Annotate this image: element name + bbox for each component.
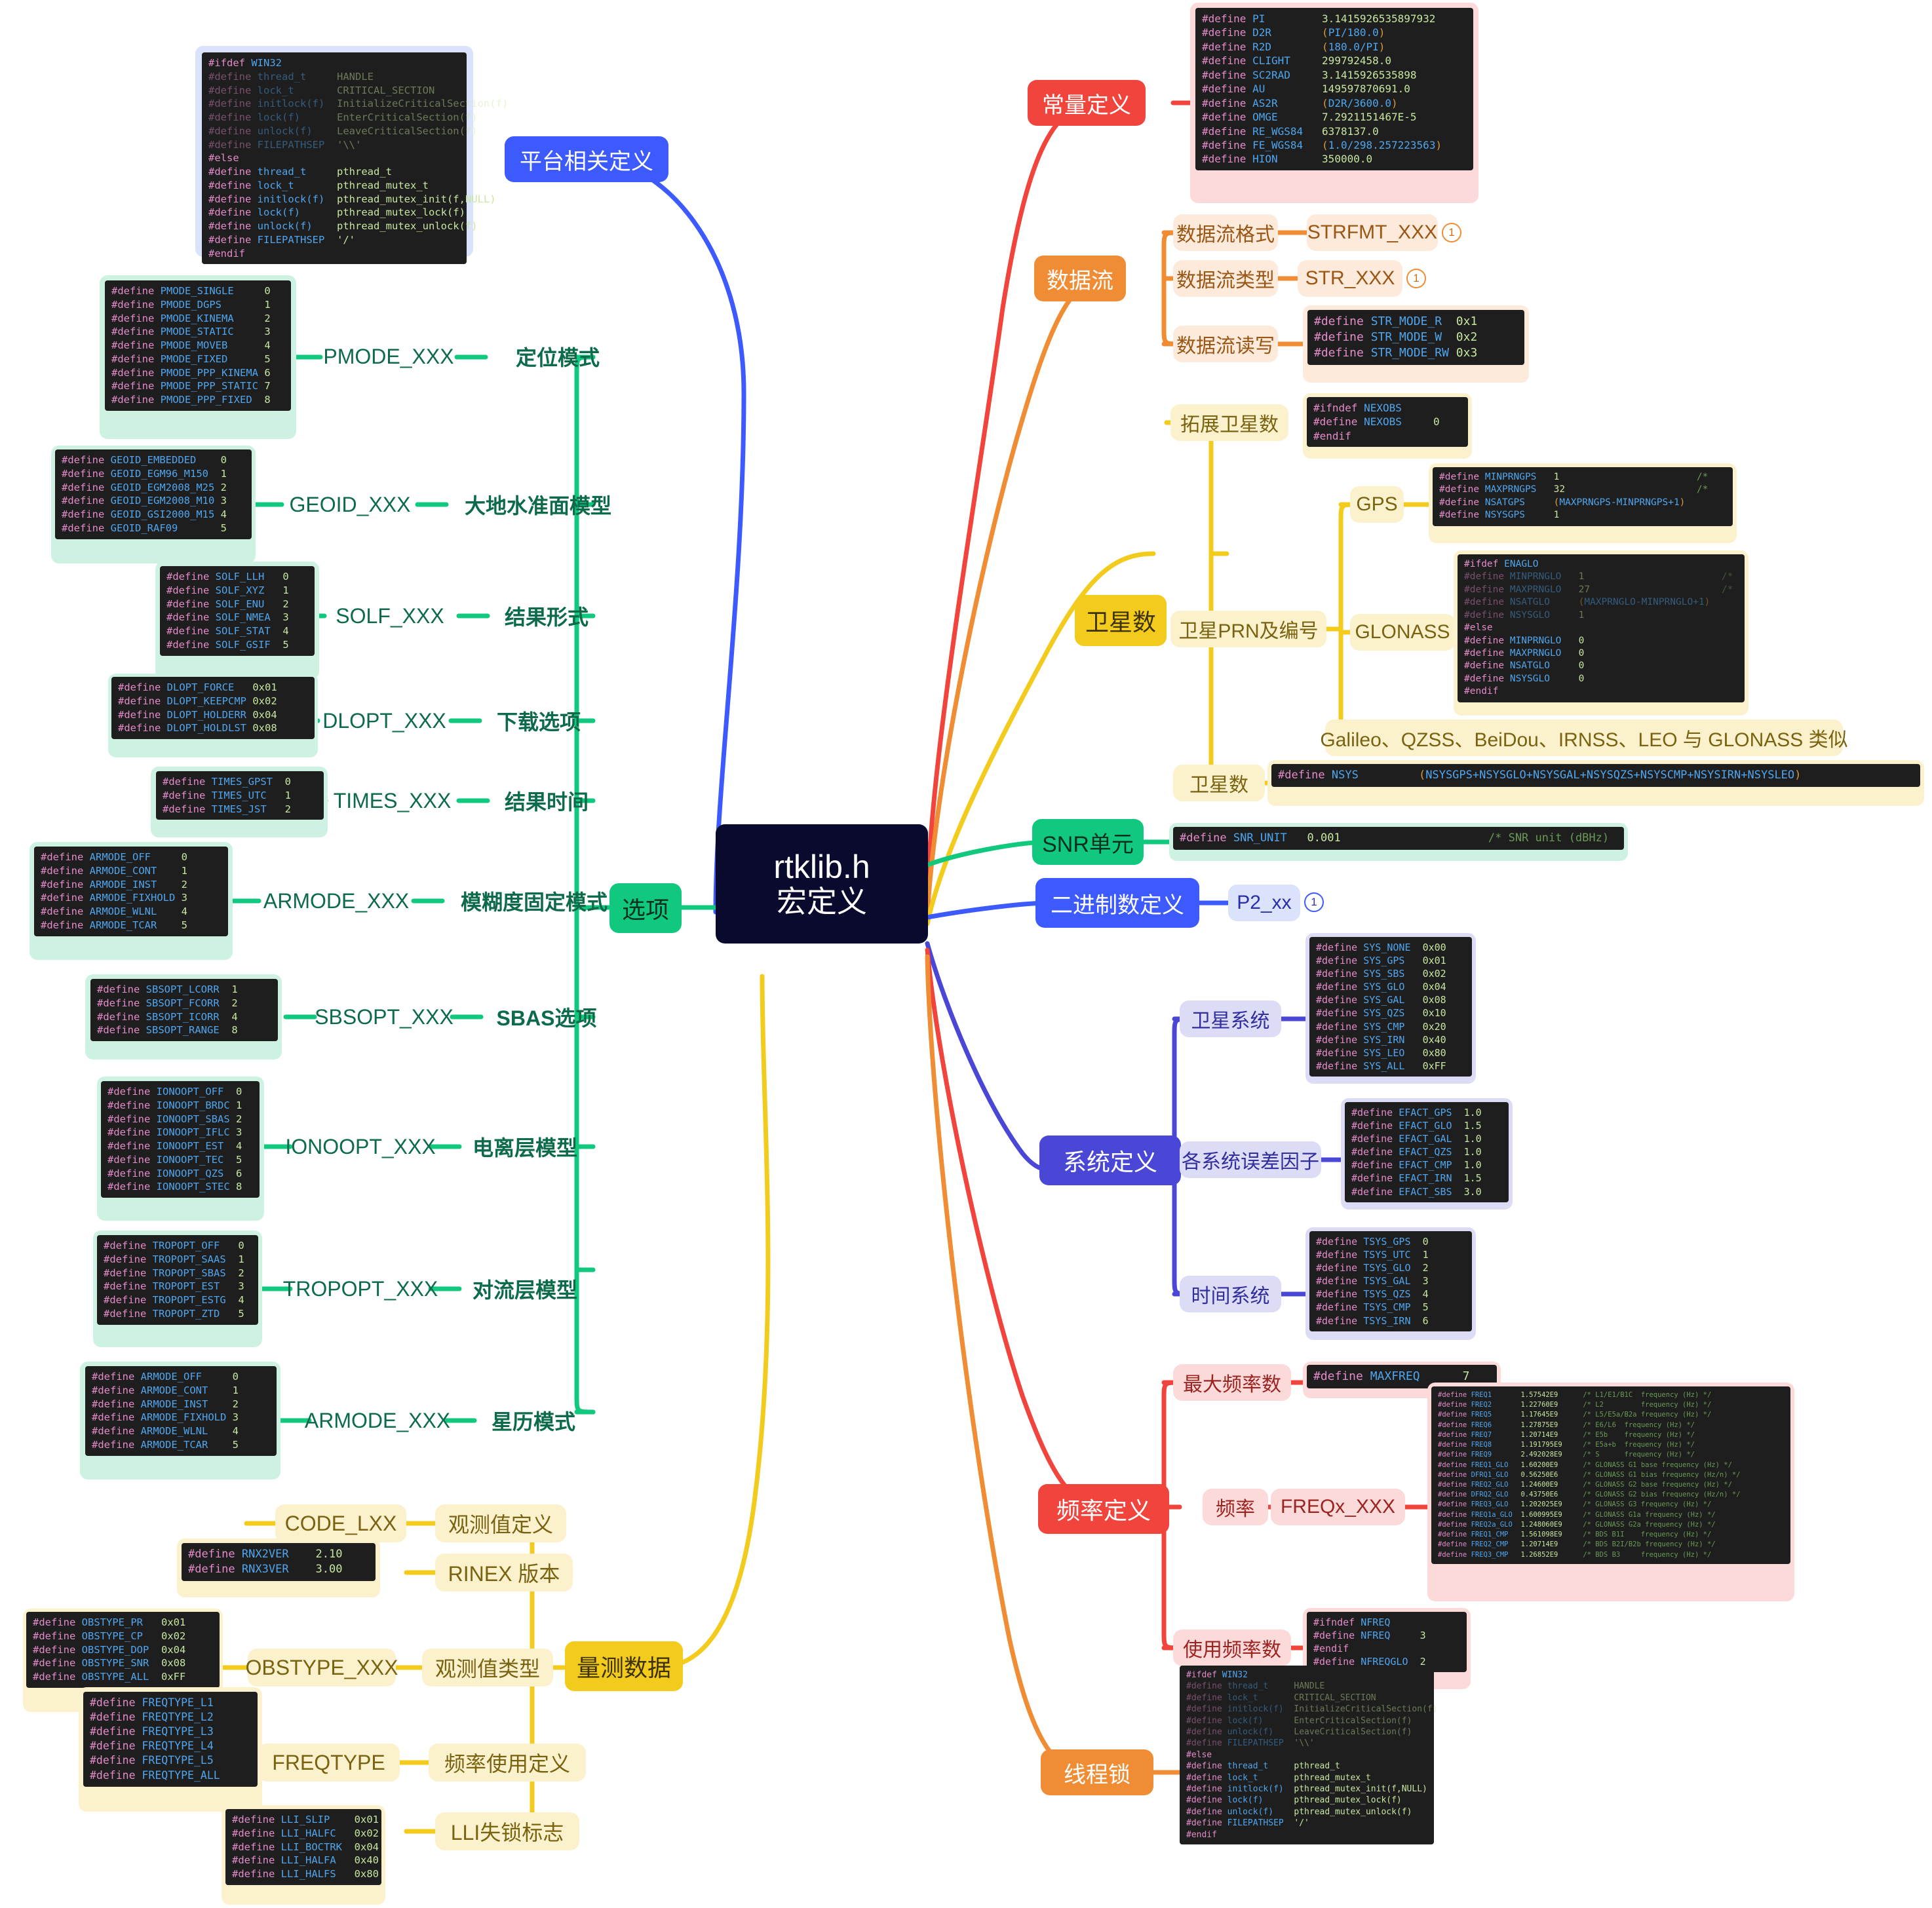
nsys-code-block: #define NSYS (NSYSGPS+NSYSGLO+NSYSGAL+NS… — [1271, 764, 1920, 787]
category-label-stream-format: 数据流格式 — [1173, 214, 1278, 251]
category-label-tropopt: 对流层模型 — [472, 1278, 577, 1302]
macro-label-times: TIMES_XXX — [333, 788, 452, 812]
root-title-line2: 宏定义 — [777, 885, 867, 919]
category-label-sat-system: 卫星系统 — [1180, 1001, 1281, 1037]
branch-system[interactable]: 系统定义 — [1039, 1135, 1181, 1185]
branch-snr[interactable]: SNR单元 — [1032, 819, 1144, 865]
macro-label-tropopt: TROPOPT_XXX — [282, 1276, 438, 1301]
threadlock-code-block: #ifdef WIN32 #define thread_t HANDLE #de… — [1180, 1666, 1438, 1845]
macro-label-armode2: ARMODE_XXX — [304, 1408, 451, 1432]
macro-label-p2xx: P2_xx — [1228, 885, 1300, 921]
obstype-code-block: #define OBSTYPE_PR 0x01 #define OBSTYPE_… — [26, 1612, 220, 1688]
category-label-pmode: 定位模式 — [515, 346, 600, 370]
category-label-lli: LLI失锁标志 — [435, 1812, 579, 1850]
macro-label-ionoopt: IONOOPT_XXX — [285, 1134, 436, 1158]
strmode-code-block: #define STR_MODE_R 0x1 #define STR_MODE_… — [1307, 310, 1524, 366]
tropopt-code-block: #define TROPOPT_OFF 0 #define TROPOPT_SA… — [97, 1235, 258, 1325]
category-label-freq-usage: 频率使用定义 — [429, 1744, 586, 1782]
macro-label-pmode: PMODE_XXX — [323, 344, 454, 368]
branch-measure[interactable]: 量测数据 — [565, 1641, 683, 1691]
snrunit-code-block: #define SNR_UNIT 0.001 /* SNR unit (dBHz… — [1173, 827, 1624, 850]
solf-code-block: #define SOLF_LLH 0 #define SOLF_XYZ 1 #d… — [160, 566, 315, 656]
macro-label-dlopt: DLOPT_XXX — [322, 708, 446, 733]
badge-p2xx: 1 — [1304, 892, 1324, 912]
branch-threadlock[interactable]: 线程锁 — [1041, 1749, 1153, 1795]
branch-frequency[interactable]: 频率定义 — [1038, 1484, 1169, 1534]
category-label-used-freq: 使用频率数 — [1173, 1630, 1291, 1666]
macro-label-str: STR_XXX — [1298, 260, 1402, 297]
root-title-line1: rtklib.h — [773, 849, 870, 886]
nexobs-code-block: #ifndef NEXOBS #define NEXOBS 0 #endif — [1307, 397, 1468, 448]
times-code-block: #define TIMES_GPST 0 #define TIMES_UTC 1… — [156, 771, 324, 820]
badge-str: 1 — [1406, 269, 1426, 288]
tsys-code-block: #define TSYS_GPS 0 #define TSYS_UTC 1 #d… — [1309, 1231, 1472, 1331]
ionoopt-code-block: #define IONOOPT_OFF 0 #define IONOOPT_BR… — [101, 1081, 260, 1198]
category-label-stream-type: 数据流类型 — [1173, 260, 1278, 297]
macro-label-sbsopt: SBSOPT_XXX — [315, 1004, 454, 1029]
macro-label-code-lxx: CODE_LXX — [275, 1504, 406, 1542]
category-label-gps: GPS — [1350, 486, 1404, 523]
category-label-nsys: 卫星数 — [1173, 765, 1265, 801]
category-label-other-systems: Galileo、QZSS、BeiDou、IRNSS、LEO 与 GLONASS … — [1320, 719, 1848, 756]
freqtype-code-block: #define FREQTYPE_L1 #define FREQTYPE_L2 … — [83, 1692, 258, 1787]
armode2-code-block: #define ARMODE_OFF 0 #define ARMODE_CONT… — [85, 1366, 277, 1456]
macro-label-solf: SOLF_XXX — [336, 603, 444, 628]
rnxver-code-block: #define RNX2VER 2.10 #define RNX3VER 3.0… — [182, 1543, 376, 1581]
glonass-code-block: #ifdef ENAGLO #define MINPRNGLO 1 /* #de… — [1458, 554, 1745, 702]
efact-code-block: #define EFACT_GPS 1.0 #define EFACT_GLO … — [1345, 1102, 1509, 1202]
category-label-armode1: 模糊度固定模式 — [460, 890, 608, 914]
category-label-ionoopt: 电离层模型 — [472, 1136, 577, 1160]
category-label-dlopt: 下载选项 — [496, 710, 581, 734]
constants-code-block: #define PI 3.1415926535897932 #define D2… — [1195, 8, 1473, 170]
category-label-max-freq: 最大频率数 — [1173, 1364, 1291, 1401]
category-label-armode2: 星历模式 — [491, 1410, 575, 1434]
category-label-time-system: 时间系统 — [1180, 1276, 1281, 1312]
macro-label-armode1: ARMODE_XXX — [263, 888, 410, 913]
macro-label-strfmt: STRFMT_XXX — [1307, 214, 1438, 251]
category-label-solf: 结果形式 — [504, 605, 589, 629]
category-label-error-factors: 各系统误差因子 — [1180, 1141, 1321, 1178]
category-label-rinex-version: RINEX 版本 — [435, 1554, 573, 1592]
category-label-freq: 频率 — [1203, 1489, 1268, 1525]
category-label-times: 结果时间 — [504, 790, 589, 814]
lli-code-block: #define LLI_SLIP 0x01 #define LLI_HALFC … — [225, 1809, 381, 1885]
sbsopt-code-block: #define SBSOPT_LCORR 1 #define SBSOPT_FC… — [90, 979, 278, 1042]
macro-label-obstype: OBSTYPE_XXX — [246, 1649, 398, 1687]
freqs-code-block: #define FREQ1 1.57542E9 /* L1/E1/B1C fre… — [1431, 1386, 1790, 1564]
branch-platform[interactable]: 平台相关定义 — [505, 136, 668, 182]
category-label-sbsopt: SBAS选项 — [496, 1006, 597, 1030]
category-label-glonass: GLONASS — [1350, 614, 1455, 651]
root-node[interactable]: rtklib.h 宏定义 — [716, 824, 928, 944]
branch-datastream[interactable]: 数据流 — [1034, 256, 1126, 301]
macro-label-geoid: GEOID_XXX — [289, 492, 411, 516]
nfreq-code-block: #ifndef NFREQ #define NFREQ 3 #endif #de… — [1307, 1612, 1467, 1673]
dlopt-code-block: #define DLOPT_FORCE 0x01 #define DLOPT_K… — [111, 677, 315, 740]
macro-label-freqtype: FREQTYPE — [258, 1744, 400, 1782]
badge-strfmt: 1 — [1442, 223, 1461, 242]
category-label-extended-sats: 拓展卫星数 — [1170, 404, 1288, 441]
branch-binary[interactable]: 二进制数定义 — [1035, 878, 1199, 928]
gps-code-block: #define MINPRNGPS 1 /* #define MAXPRNGPS… — [1433, 467, 1733, 526]
branch-constants[interactable]: 常量定义 — [1028, 80, 1146, 126]
category-label-stream-rw: 数据流读写 — [1173, 326, 1278, 362]
geoid-code-block: #define GEOID_EMBEDDED 0 #define GEOID_E… — [55, 449, 252, 539]
macro-label-freqx: FREQx_XXX — [1271, 1489, 1405, 1525]
pmode-code-block: #define PMODE_SINGLE 0 #define PMODE_DGP… — [105, 280, 291, 411]
category-label-obs-type: 观测值类型 — [422, 1649, 553, 1687]
branch-satcount[interactable]: 卫星数 — [1075, 595, 1167, 646]
category-label-prn: 卫星PRN及编号 — [1170, 611, 1326, 647]
sys-code-block: #define SYS_NONE 0x00 #define SYS_GPS 0x… — [1309, 937, 1472, 1077]
platform-code-block: #ifdef WIN32 #define thread_t HANDLE #de… — [202, 52, 508, 265]
armode1-code-block: #define ARMODE_OFF 0 #define ARMODE_CONT… — [34, 847, 228, 936]
category-label-geoid: 大地水准面模型 — [464, 494, 611, 518]
category-label-obs-def: 观测值定义 — [435, 1504, 566, 1542]
